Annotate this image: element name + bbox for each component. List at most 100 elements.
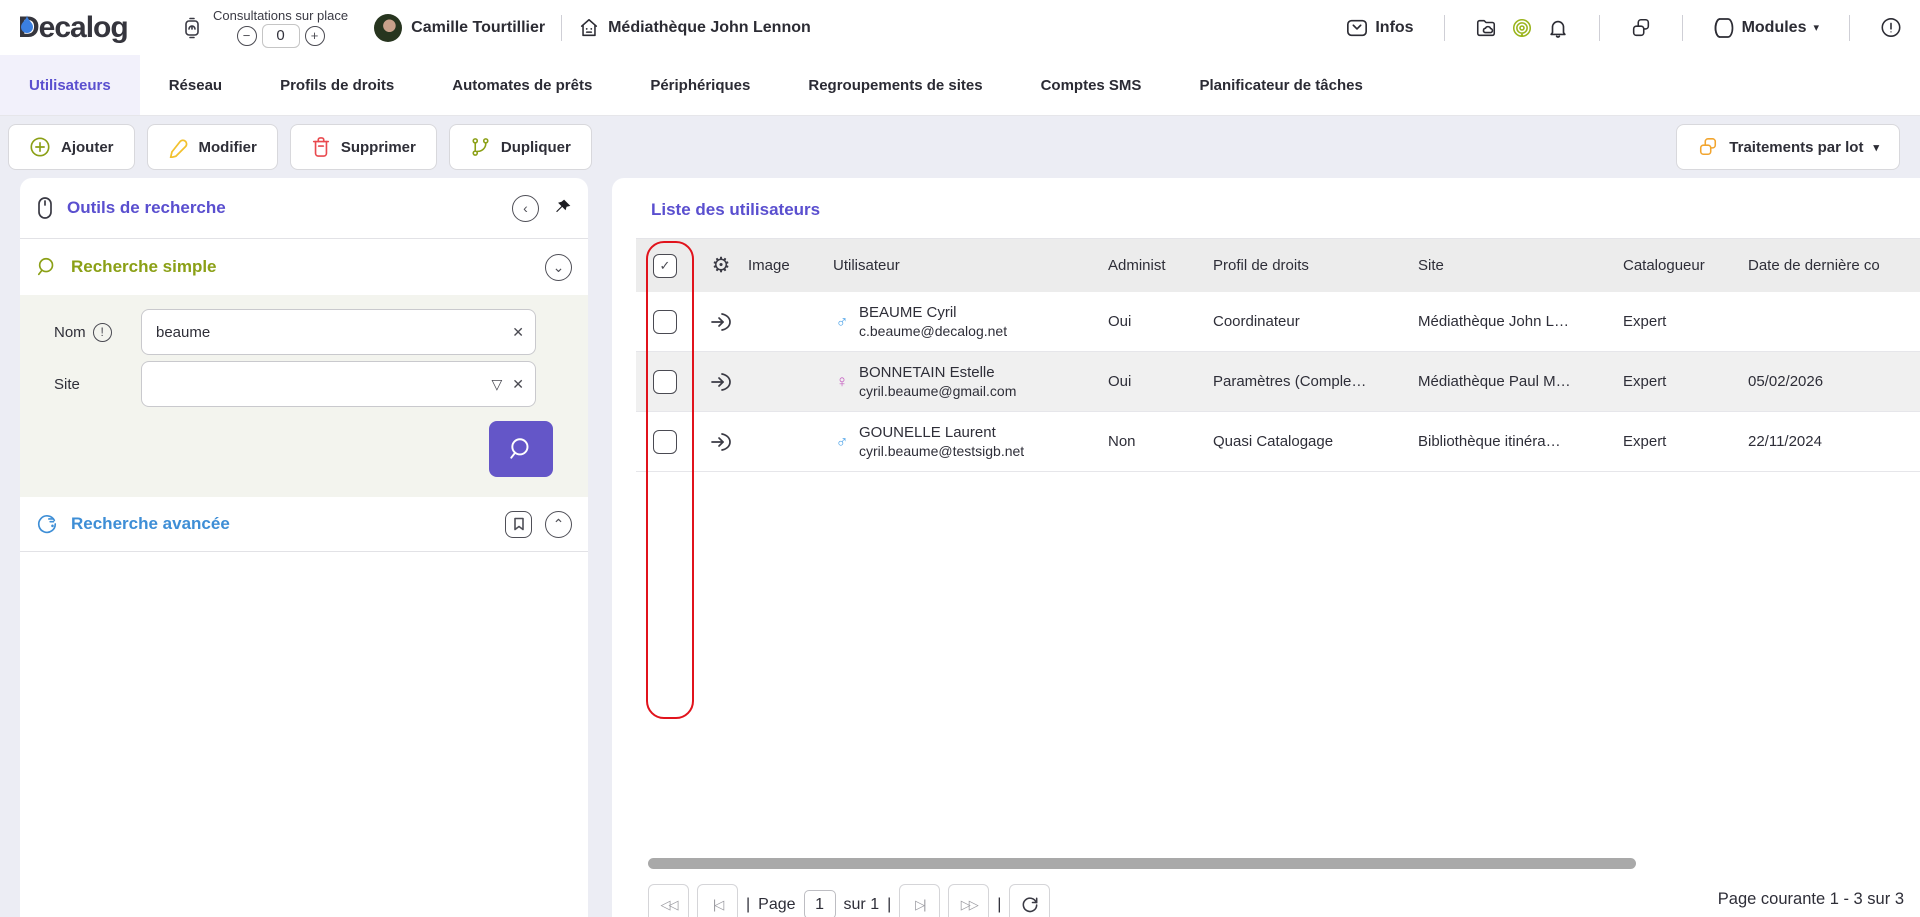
col-administ[interactable]: Administ [1108, 257, 1213, 274]
add-button[interactable]: Ajouter [8, 124, 135, 170]
col-date[interactable]: Date de dernière co [1748, 257, 1918, 274]
nom-input[interactable] [141, 309, 536, 355]
login-as-icon[interactable] [709, 370, 733, 394]
next-page-button[interactable]: ▷| [899, 884, 940, 917]
current-site[interactable]: Médiathèque John Lennon [578, 17, 811, 39]
pin-icon[interactable] [552, 198, 572, 218]
site-input[interactable] [141, 361, 536, 407]
male-icon: ♂ [833, 312, 851, 332]
separator: | [997, 896, 1001, 914]
col-site[interactable]: Site [1418, 257, 1623, 274]
infos-button[interactable]: Infos [1346, 17, 1413, 39]
simple-search-form: Nom ! ✕ Site ▽ ✕ [20, 295, 588, 497]
bell-icon[interactable] [1547, 17, 1569, 39]
search-icon [508, 436, 534, 462]
separator [561, 15, 562, 41]
tab-automates-de-pr-ts[interactable]: Automates de prêts [423, 55, 621, 115]
batch-process-button[interactable]: Traitements par lot ▾ [1676, 124, 1900, 170]
trash-icon [311, 136, 331, 158]
search-submit-button[interactable] [489, 421, 553, 477]
cell-catalogueur: Expert [1623, 313, 1748, 330]
folder-cloud-icon[interactable] [1475, 17, 1497, 39]
male-icon: ♂ [833, 432, 851, 452]
search-tools-title: Outils de recherche [67, 198, 226, 218]
tab-r-seau[interactable]: Réseau [140, 55, 251, 115]
refresh-button[interactable] [1009, 884, 1050, 917]
plus-circle-icon [29, 136, 51, 158]
batch-button-label: Traitements par lot [1729, 139, 1863, 156]
collapse-advanced-button[interactable]: ⌃ [545, 511, 572, 538]
pencil-icon [168, 137, 189, 158]
clear-nom-icon[interactable]: ✕ [512, 324, 524, 341]
table-row[interactable]: ♀ BONNETAIN Estelle cyril.beaume@gmail.c… [636, 352, 1920, 412]
duplicate-button[interactable]: Dupliquer [449, 124, 592, 170]
user-email: c.beaume@decalog.net [859, 322, 1007, 341]
table-row[interactable]: ♂ GOUNELLE Laurent cyril.beaume@testsigb… [636, 412, 1920, 472]
edit-button[interactable]: Modifier [147, 124, 278, 170]
tab-utilisateurs[interactable]: Utilisateurs [0, 55, 140, 115]
tab-comptes-sms[interactable]: Comptes SMS [1012, 55, 1171, 115]
separator [1599, 15, 1600, 41]
login-as-icon[interactable] [709, 430, 733, 454]
module-nav: UtilisateursRéseauProfils de droitsAutom… [0, 55, 1920, 116]
branch-icon [470, 136, 491, 158]
table-row[interactable]: ♂ BEAUME Cyril c.beaume@decalog.net Oui … [636, 292, 1920, 352]
tab-planificateur-de-t-ches[interactable]: Planificateur de tâches [1170, 55, 1391, 115]
tab-profils-de-droits[interactable]: Profils de droits [251, 55, 423, 115]
login-as-icon[interactable] [709, 310, 733, 334]
row-checkbox[interactable] [653, 370, 677, 394]
consultations-widget: Consultations sur place − 0 + [181, 8, 348, 48]
search-icon [36, 256, 58, 278]
tab-p-riph-riques[interactable]: Périphériques [621, 55, 779, 115]
collapse-section-button[interactable]: ⌄ [545, 254, 572, 281]
cell-profil: Coordinateur [1213, 313, 1418, 330]
cell-site: Médiathèque Paul M… [1418, 373, 1623, 390]
advanced-search-icon [36, 513, 58, 535]
increment-button[interactable]: + [305, 26, 325, 46]
duplicate-button-label: Dupliquer [501, 139, 571, 156]
tab-regroupements-de-sites[interactable]: Regroupements de sites [779, 55, 1011, 115]
col-profil[interactable]: Profil de droits [1213, 257, 1418, 274]
row-checkbox[interactable] [653, 310, 677, 334]
help-info-icon[interactable] [1880, 17, 1902, 39]
page-number-input[interactable] [804, 890, 836, 917]
site-dropdown-icon[interactable]: ▽ [491, 376, 502, 393]
row-checkbox[interactable] [653, 430, 677, 454]
broadcast-icon[interactable] [1511, 17, 1533, 39]
user-fullname: BEAUME Cyril [859, 303, 1007, 322]
modules-menu[interactable]: Modules ▾ [1713, 17, 1819, 39]
refresh-icon [1020, 895, 1040, 915]
col-utilisateur[interactable]: Utilisateur [833, 257, 1108, 274]
nom-field-label: Nom ! [34, 323, 141, 342]
mouse-icon [36, 196, 54, 220]
female-icon: ♀ [833, 372, 851, 392]
app-logo[interactable]: Decalog [18, 11, 163, 45]
forward-page-button[interactable]: ▷▷ [948, 884, 989, 917]
collapse-panel-button[interactable]: ‹ [512, 195, 539, 222]
horizontal-scrollbar[interactable] [648, 858, 1636, 869]
decrement-button[interactable]: − [237, 26, 257, 46]
rewind-page-button[interactable]: ◁◁ [648, 884, 689, 917]
first-page-button[interactable]: |◁ [697, 884, 738, 917]
linked-windows-icon[interactable] [1630, 17, 1652, 39]
user-email: cyril.beaume@testsigb.net [859, 442, 1024, 461]
cell-catalogueur: Expert [1623, 433, 1748, 450]
delete-button[interactable]: Supprimer [290, 124, 437, 170]
user-table-header: ✓ ⚙ Image Utilisateur Administ Profil de… [636, 239, 1920, 292]
edit-button-label: Modifier [199, 139, 257, 156]
col-catalogueur[interactable]: Catalogueur [1623, 257, 1748, 274]
user-fullname: BONNETAIN Estelle [859, 363, 1016, 382]
separator [1682, 15, 1683, 41]
bookmark-button[interactable] [505, 511, 532, 538]
consultations-count[interactable]: 0 [262, 24, 300, 48]
clear-site-icon[interactable]: ✕ [512, 376, 524, 393]
select-all-checkbox[interactable]: ✓ [653, 254, 677, 278]
col-image[interactable]: Image [748, 257, 833, 274]
column-settings-gear-icon[interactable]: ⚙ [712, 253, 731, 278]
envelope-icon [1346, 17, 1368, 39]
batch-icon [1697, 137, 1719, 157]
user-email: cyril.beaume@gmail.com [859, 382, 1016, 401]
module-box-icon [1713, 17, 1735, 39]
current-user[interactable]: Camille Tourtillier [374, 14, 545, 42]
top-bar: Decalog Consultations sur place − 0 + Ca… [0, 0, 1920, 55]
